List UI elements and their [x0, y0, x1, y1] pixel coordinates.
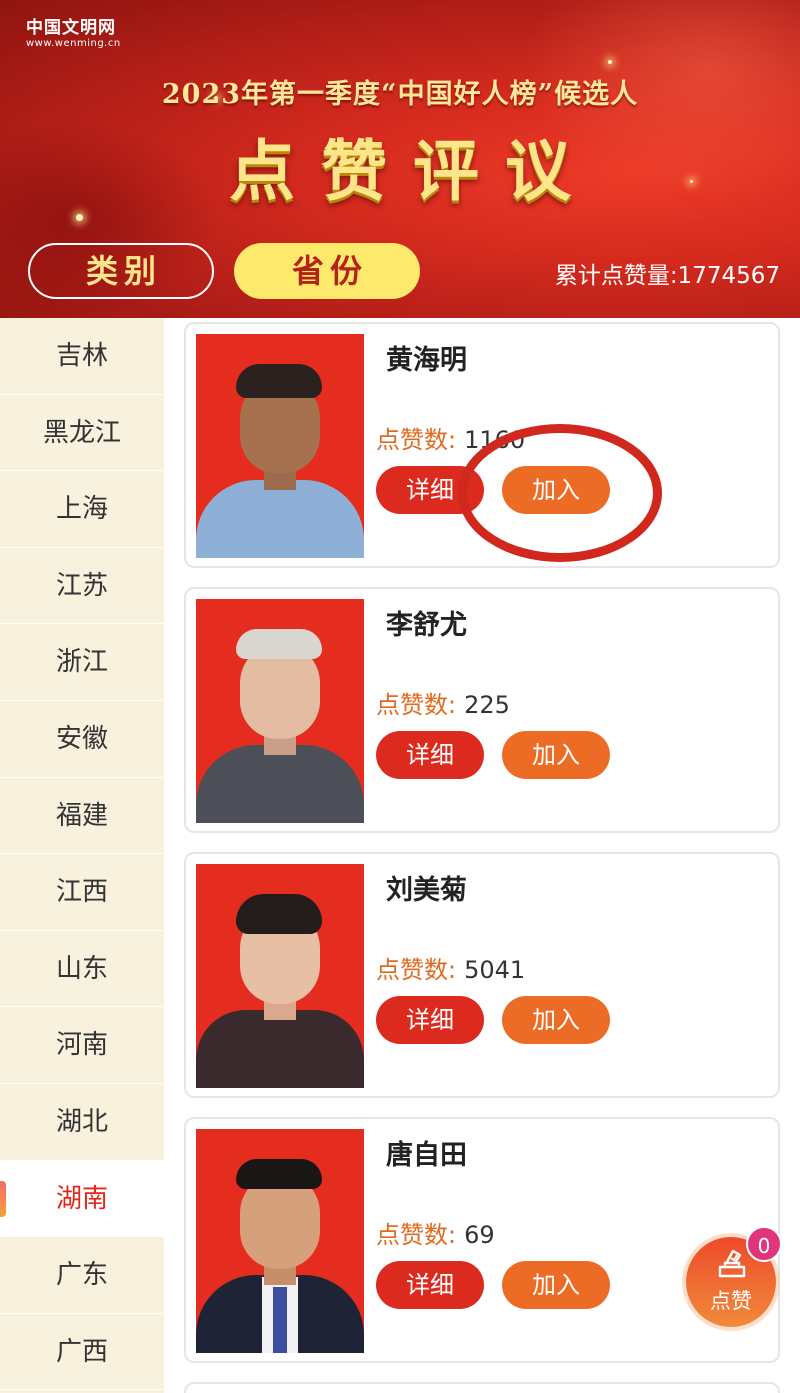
photo-hair	[236, 629, 322, 659]
join-button[interactable]: 加入	[502, 996, 610, 1044]
candidate-name: 李舒尤	[386, 610, 467, 641]
candidate-card-partial	[184, 1382, 780, 1393]
likes-label: 点赞数:	[376, 691, 457, 719]
photo-floral-top	[196, 1010, 364, 1088]
sidebar-item-hubei[interactable]: 湖北	[0, 1084, 164, 1161]
candidate-card: 唐自田 点赞数: 69 详细 加入	[184, 1117, 780, 1363]
sidebar-item-anhui[interactable]: 安徽	[0, 701, 164, 778]
candidate-name: 刘美菊	[386, 875, 467, 906]
sidebar-item-henan[interactable]: 河南	[0, 1007, 164, 1084]
candidate-photo[interactable]	[196, 1129, 364, 1353]
candidate-photo[interactable]	[196, 864, 364, 1088]
likes-value: 5041	[464, 956, 526, 984]
ballot-box-icon	[718, 1249, 746, 1278]
page-title: 点赞评议	[229, 132, 597, 210]
detail-button[interactable]: 详细	[376, 1261, 484, 1309]
vote-label: 点赞	[710, 1289, 752, 1313]
sidebar-item-guangxi[interactable]: 广西	[0, 1314, 164, 1391]
detail-button[interactable]: 详细	[376, 996, 484, 1044]
sidebar-item-shandong[interactable]: 山东	[0, 931, 164, 1008]
likes-label: 点赞数:	[376, 956, 457, 984]
sidebar-item-heilongjiang[interactable]: 黑龙江	[0, 395, 164, 472]
page-subtitle: 2023年第一季度“中国好人榜”候选人	[161, 79, 639, 110]
likes-value: 69	[464, 1221, 495, 1249]
logo-text: 中国文明网	[26, 18, 116, 38]
tab-category[interactable]: 类别	[28, 243, 214, 299]
photo-shirt	[196, 480, 364, 558]
logo-url: www.wenming.cn	[26, 38, 121, 49]
tab-province[interactable]: 省份	[234, 243, 420, 299]
likes-count: 点赞数: 5041	[376, 950, 525, 985]
sidebar-item-jiangsu[interactable]: 江苏	[0, 548, 164, 625]
photo-tie	[273, 1287, 287, 1353]
sparkle-decoration	[76, 214, 83, 221]
header-banner: 中国文明网 www.wenming.cn 2023年第一季度“中国好人榜”候选人…	[0, 0, 800, 318]
likes-count: 点赞数: 69	[376, 1215, 495, 1250]
sidebar-item-shanghai[interactable]: 上海	[0, 471, 164, 548]
candidate-name: 唐自田	[386, 1140, 467, 1171]
site-logo: 中国文明网 www.wenming.cn	[26, 18, 121, 50]
candidate-card: 刘美菊 点赞数: 5041 详细 加入	[184, 852, 780, 1098]
detail-button[interactable]: 详细	[376, 731, 484, 779]
likes-value: 225	[464, 691, 510, 719]
sidebar-item-jiangxi[interactable]: 江西	[0, 854, 164, 931]
sidebar-item-zhejiang[interactable]: 浙江	[0, 624, 164, 701]
candidate-name: 黄海明	[386, 345, 467, 376]
candidate-photo[interactable]	[196, 334, 364, 558]
photo-hair	[236, 894, 322, 934]
join-button[interactable]: 加入	[502, 731, 610, 779]
total-likes-counter: 累计点赞量:1774567	[554, 263, 780, 289]
likes-label: 点赞数:	[376, 426, 457, 454]
vote-count-badge: 0	[746, 1226, 782, 1262]
sidebar-item-hunan[interactable]: 湖南	[0, 1160, 164, 1238]
photo-hair	[236, 364, 322, 398]
sidebar-item-guangdong[interactable]: 广东	[0, 1237, 164, 1314]
likes-label: 点赞数:	[376, 1221, 457, 1249]
photo-jacket	[196, 745, 364, 823]
sidebar-item-jilin[interactable]: 吉林	[0, 318, 164, 395]
likes-count: 点赞数: 225	[376, 685, 510, 720]
candidate-photo[interactable]	[196, 599, 364, 823]
candidate-card: 李舒尤 点赞数: 225 详细 加入	[184, 587, 780, 833]
sidebar-item-fujian[interactable]: 福建	[0, 778, 164, 855]
join-button[interactable]: 加入	[502, 1261, 610, 1309]
photo-hair	[236, 1159, 322, 1189]
sparkle-decoration	[608, 60, 612, 64]
highlight-annotation-circle	[458, 424, 662, 562]
province-sidebar: 吉林 黑龙江 上海 江苏 浙江 安徽 福建 江西 山东 河南 湖北 湖南 广东 …	[0, 318, 164, 1393]
